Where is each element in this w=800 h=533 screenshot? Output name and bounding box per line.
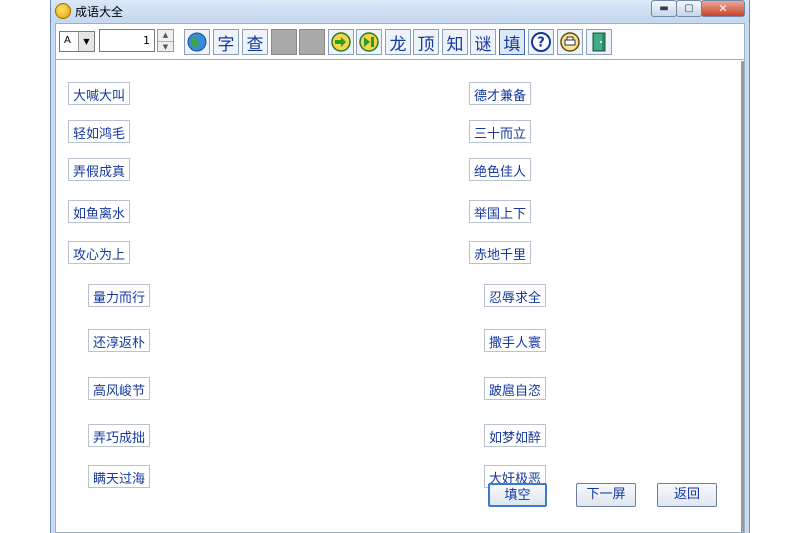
back-button[interactable]: 返回 bbox=[657, 483, 717, 507]
fill-blank-button[interactable]: 填空 bbox=[488, 483, 547, 507]
idiom-left-2[interactable]: 轻如鸿毛 bbox=[68, 120, 131, 143]
idiom-right-2[interactable]: 三十而立 bbox=[469, 120, 532, 143]
app-icon bbox=[55, 3, 71, 19]
minimize-icon: ▬ bbox=[659, 3, 669, 14]
window-controls: ▬ ▢ ✕ bbox=[651, 0, 745, 18]
tool-cha-button[interactable]: 查 bbox=[242, 29, 268, 55]
tool-long-label: 龙 bbox=[389, 34, 407, 55]
tool-cha-label: 查 bbox=[246, 34, 264, 55]
idiom-panel: 大喊大叫 轻如鸿毛 弄假成真 如鱼离水 攻心为上 量力而行 还淳返朴 高风峻节 … bbox=[56, 61, 744, 532]
tool-zhi-label: 知 bbox=[446, 34, 464, 55]
forward-button[interactable] bbox=[328, 29, 354, 55]
panel-scrollbar[interactable] bbox=[741, 61, 744, 532]
idiom-right-8[interactable]: 跛扈自恣 bbox=[484, 377, 547, 400]
chevron-down-icon[interactable]: ▼ bbox=[78, 32, 94, 51]
tool-tian-label: 填 bbox=[503, 34, 521, 55]
blank-button-2[interactable] bbox=[299, 29, 325, 55]
blank-button-1[interactable] bbox=[271, 29, 297, 55]
idiom-left-5[interactable]: 攻心为上 bbox=[68, 241, 131, 264]
idiom-left-1[interactable]: 大喊大叫 bbox=[68, 82, 131, 105]
letter-combo-value: A bbox=[64, 35, 71, 46]
tool-mi-label: 谜 bbox=[474, 34, 492, 55]
help-button[interactable]: ? bbox=[528, 29, 554, 55]
idiom-left-3[interactable]: 弄假成真 bbox=[68, 158, 131, 181]
close-icon: ✕ bbox=[718, 2, 728, 15]
globe-button[interactable] bbox=[184, 29, 210, 55]
idiom-right-7[interactable]: 撒手人寰 bbox=[484, 329, 547, 352]
tool-mi-button[interactable]: 谜 bbox=[470, 29, 496, 55]
app-window: 成语大全 ▬ ▢ ✕ A ▼ 1 ▲ ▼ 字 查 龙 顶 知 谜 填 ? 大喊大… bbox=[50, 0, 750, 533]
arrow-right-icon bbox=[331, 32, 351, 52]
idiom-right-6[interactable]: 忍辱求全 bbox=[484, 284, 547, 307]
tool-tian-button[interactable]: 填 bbox=[499, 29, 525, 55]
svg-text:?: ? bbox=[537, 36, 545, 51]
tool-zi-button[interactable]: 字 bbox=[213, 29, 239, 55]
spin-down-icon[interactable]: ▼ bbox=[158, 41, 173, 52]
globe-icon bbox=[187, 32, 207, 52]
idiom-right-5[interactable]: 赤地千里 bbox=[469, 241, 532, 264]
page-number-spinner[interactable]: ▲ ▼ bbox=[157, 29, 174, 52]
idiom-left-9[interactable]: 弄巧成拙 bbox=[88, 424, 151, 447]
exit-door-icon bbox=[592, 32, 606, 52]
spin-up-icon[interactable]: ▲ bbox=[158, 30, 173, 41]
letter-combo[interactable]: A ▼ bbox=[59, 31, 95, 52]
tool-ding-label: 顶 bbox=[417, 34, 435, 55]
idiom-right-1[interactable]: 德才兼备 bbox=[469, 82, 532, 105]
help-icon: ? bbox=[531, 32, 551, 52]
skip-button[interactable] bbox=[356, 29, 382, 55]
exit-button[interactable] bbox=[586, 29, 612, 55]
window-title: 成语大全 bbox=[75, 5, 124, 19]
idiom-left-8[interactable]: 高风峻节 bbox=[88, 377, 151, 400]
tool-ding-button[interactable]: 顶 bbox=[413, 29, 439, 55]
tool-zi-label: 字 bbox=[217, 34, 235, 55]
title-bar: 成语大全 ▬ ▢ ✕ bbox=[51, 0, 749, 22]
page-number-field[interactable]: 1 bbox=[99, 29, 155, 52]
idiom-right-4[interactable]: 举国上下 bbox=[469, 200, 532, 223]
idiom-right-3[interactable]: 绝色佳人 bbox=[469, 158, 532, 181]
client-area: A ▼ 1 ▲ ▼ 字 查 龙 顶 知 谜 填 ? 大喊大叫 轻如鸿毛 弄假成真… bbox=[55, 23, 745, 533]
toolbar: A ▼ 1 ▲ ▼ 字 查 龙 顶 知 谜 填 ? bbox=[56, 24, 744, 60]
print-button[interactable] bbox=[557, 29, 583, 55]
idiom-left-10[interactable]: 瞒天过海 bbox=[88, 465, 151, 488]
minimize-button[interactable]: ▬ bbox=[651, 0, 677, 17]
idiom-right-9[interactable]: 如梦如醉 bbox=[484, 424, 547, 447]
next-screen-button[interactable]: 下一屏 bbox=[576, 483, 636, 507]
tool-zhi-button[interactable]: 知 bbox=[442, 29, 468, 55]
idiom-left-4[interactable]: 如鱼离水 bbox=[68, 200, 131, 223]
idiom-left-6[interactable]: 量力而行 bbox=[88, 284, 151, 307]
idiom-left-7[interactable]: 还淳返朴 bbox=[88, 329, 151, 352]
skip-icon bbox=[359, 32, 379, 52]
close-button[interactable]: ✕ bbox=[701, 0, 745, 17]
tool-long-button[interactable]: 龙 bbox=[385, 29, 411, 55]
maximize-icon: ▢ bbox=[684, 3, 694, 14]
printer-icon bbox=[560, 32, 580, 52]
maximize-button[interactable]: ▢ bbox=[676, 0, 702, 17]
